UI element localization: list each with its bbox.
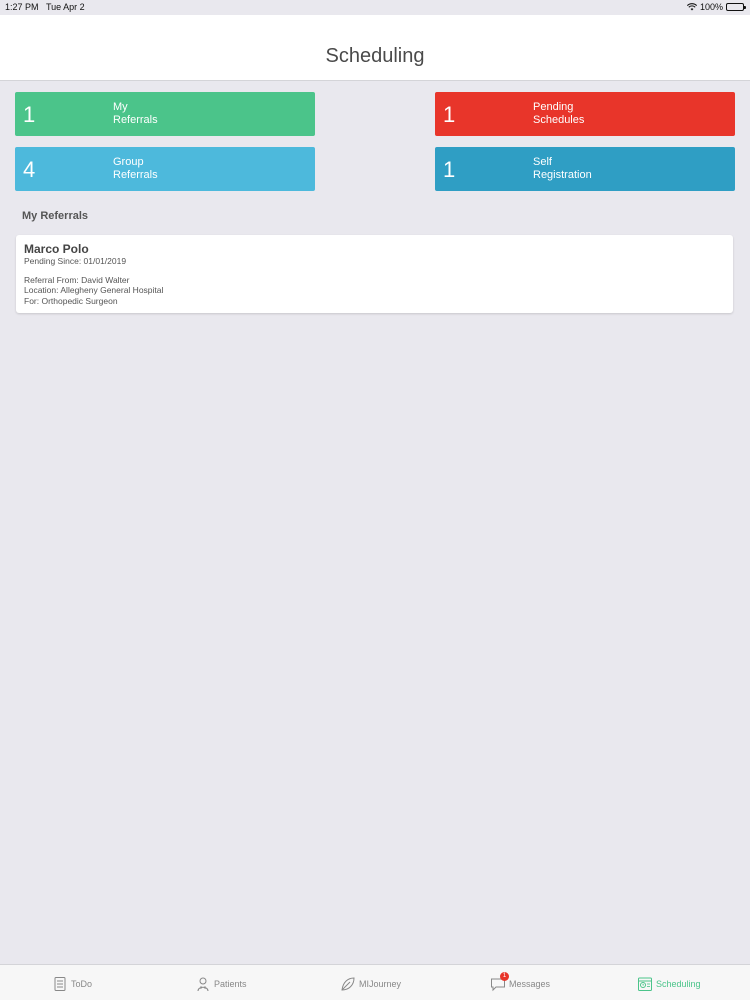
tile-count: 1 (23, 102, 36, 127)
tile-label-line1: Group (113, 156, 144, 168)
todo-icon (54, 977, 66, 991)
battery-percent: 100% (699, 2, 723, 12)
tile-label-line1: My (113, 101, 128, 113)
pending-since: Pending Since: 01/01/2019 (24, 256, 127, 266)
tile-self-registration[interactable]: 1 Self Registration (435, 147, 735, 191)
tab-label: Messages (509, 979, 551, 989)
tile-count: 4 (23, 157, 36, 182)
tab-label: ToDo (71, 979, 93, 989)
tile-label: Pending Schedules (533, 101, 584, 127)
tile-label-line1: Pending (533, 101, 574, 113)
wifi-icon (686, 3, 697, 11)
section-title: My Referrals (22, 210, 89, 222)
tab-label: Patients (214, 979, 247, 989)
tile-label-line2: Schedules (533, 114, 585, 126)
tab-bar: ToDo Patients MIJourney 1 Messages Sched… (0, 964, 750, 1000)
tile-label-line2: Registration (533, 169, 592, 181)
tile-label-line2: Referrals (113, 169, 158, 181)
tile-label-line1: Self (533, 156, 552, 168)
tab-patients[interactable]: Patients (195, 976, 247, 992)
status-right: 100% (686, 2, 746, 12)
scheduling-icon (638, 977, 652, 991)
tile-count: 1 (443, 102, 456, 127)
referral-card[interactable]: Marco Polo Pending Since: 01/01/2019 Ref… (16, 235, 733, 313)
tab-label: Scheduling (656, 979, 701, 989)
tile-count: 1 (443, 157, 456, 182)
tile-label: Self Registration (533, 156, 592, 182)
referral-location: Location: Allegheny General Hospital (24, 285, 164, 295)
tab-mijourney[interactable]: MIJourney (340, 976, 401, 992)
page-title: Scheduling (325, 45, 425, 67)
status-bar: 1:27 PM Tue Apr 2 100% (0, 0, 750, 15)
leaf-icon (341, 977, 355, 991)
tab-scheduling[interactable]: Scheduling (637, 976, 701, 992)
navigation-bar: Scheduling (0, 15, 750, 81)
tab-messages[interactable]: 1 Messages (490, 972, 551, 992)
patient-name: Marco Polo (24, 242, 89, 256)
tile-label: My Referrals (113, 101, 158, 127)
tile-my-referrals[interactable]: 1 My Referrals (15, 92, 315, 136)
status-time: 1:27 PM (5, 2, 39, 12)
status-date: Tue Apr 2 (46, 2, 85, 12)
tile-label-line2: Referrals (113, 114, 158, 126)
referral-for: For: Orthopedic Surgeon (24, 295, 118, 306)
battery-icon (726, 3, 746, 11)
tile-group-referrals[interactable]: 4 Group Referrals (15, 147, 315, 191)
messages-badge: 1 (500, 972, 509, 981)
tile-label: Group Referrals (113, 156, 158, 182)
patients-icon (197, 977, 209, 992)
tab-todo[interactable]: ToDo (52, 976, 92, 992)
referral-from: Referral From: David Walter (24, 274, 130, 285)
tab-label: MIJourney (359, 979, 402, 989)
tile-pending-schedules[interactable]: 1 Pending Schedules (435, 92, 735, 136)
